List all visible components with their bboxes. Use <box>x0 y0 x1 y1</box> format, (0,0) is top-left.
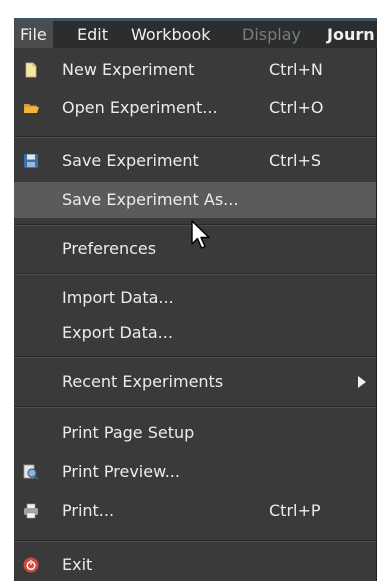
exit-icon <box>23 557 39 573</box>
menu-separator <box>14 356 376 358</box>
import-data-label: Import Data... <box>62 288 174 307</box>
save-experiment-shortcut: Ctrl+S <box>269 151 322 170</box>
floppy-disk-icon <box>24 154 38 168</box>
print-preview-label: Print Preview... <box>62 462 180 481</box>
new-experiment-shortcut: Ctrl+N <box>269 60 323 79</box>
print-item[interactable]: Print... Ctrl+P <box>14 493 376 529</box>
print-preview-icon <box>23 464 39 480</box>
print-page-setup-label: Print Page Setup <box>62 423 195 442</box>
import-data-item[interactable]: Import Data... <box>14 280 376 316</box>
document-icon <box>25 62 37 78</box>
print-shortcut: Ctrl+P <box>269 501 321 520</box>
save-experiment-as-item[interactable]: Save Experiment As... <box>14 182 376 218</box>
menu-workbook[interactable]: Workbook <box>131 21 211 48</box>
new-experiment-item[interactable]: New Experiment Ctrl+N <box>14 52 376 88</box>
preferences-label: Preferences <box>62 239 157 258</box>
open-experiment-shortcut: Ctrl+O <box>269 98 324 117</box>
menu-separator <box>14 136 376 138</box>
exit-label: Exit <box>62 555 93 574</box>
print-preview-item[interactable]: Print Preview... <box>14 454 376 490</box>
menu-separator <box>14 540 376 542</box>
save-experiment-label: Save Experiment <box>62 151 199 170</box>
export-data-label: Export Data... <box>62 323 173 342</box>
menu-separator <box>14 406 376 408</box>
submenu-arrow-icon <box>358 376 366 388</box>
menu-bar: File Edit Workbook Display Journ <box>14 18 377 48</box>
save-experiment-as-label: Save Experiment As... <box>62 190 239 209</box>
exit-item[interactable]: Exit <box>14 547 376 583</box>
folder-icon <box>24 104 39 113</box>
file-menu-dropdown: New Experiment Ctrl+N Open Experiment...… <box>14 48 377 581</box>
save-experiment-item[interactable]: Save Experiment Ctrl+S <box>14 143 376 179</box>
export-data-item[interactable]: Export Data... <box>14 315 376 351</box>
open-experiment-label: Open Experiment... <box>62 98 218 117</box>
printer-icon <box>24 503 38 519</box>
menu-separator <box>14 273 376 275</box>
mouse-pointer-icon <box>191 220 210 249</box>
recent-experiments-item[interactable]: Recent Experiments <box>14 364 376 400</box>
recent-experiments-label: Recent Experiments <box>62 372 224 391</box>
open-experiment-item[interactable]: Open Experiment... Ctrl+O <box>14 90 376 126</box>
menu-journal[interactable]: Journ <box>327 21 375 48</box>
menu-display: Display <box>242 25 301 44</box>
print-label: Print... <box>62 501 115 520</box>
menu-edit[interactable]: Edit <box>77 21 108 48</box>
menu-file[interactable]: File <box>14 21 53 48</box>
new-experiment-label: New Experiment <box>62 60 195 79</box>
print-page-setup-item[interactable]: Print Page Setup <box>14 415 376 451</box>
